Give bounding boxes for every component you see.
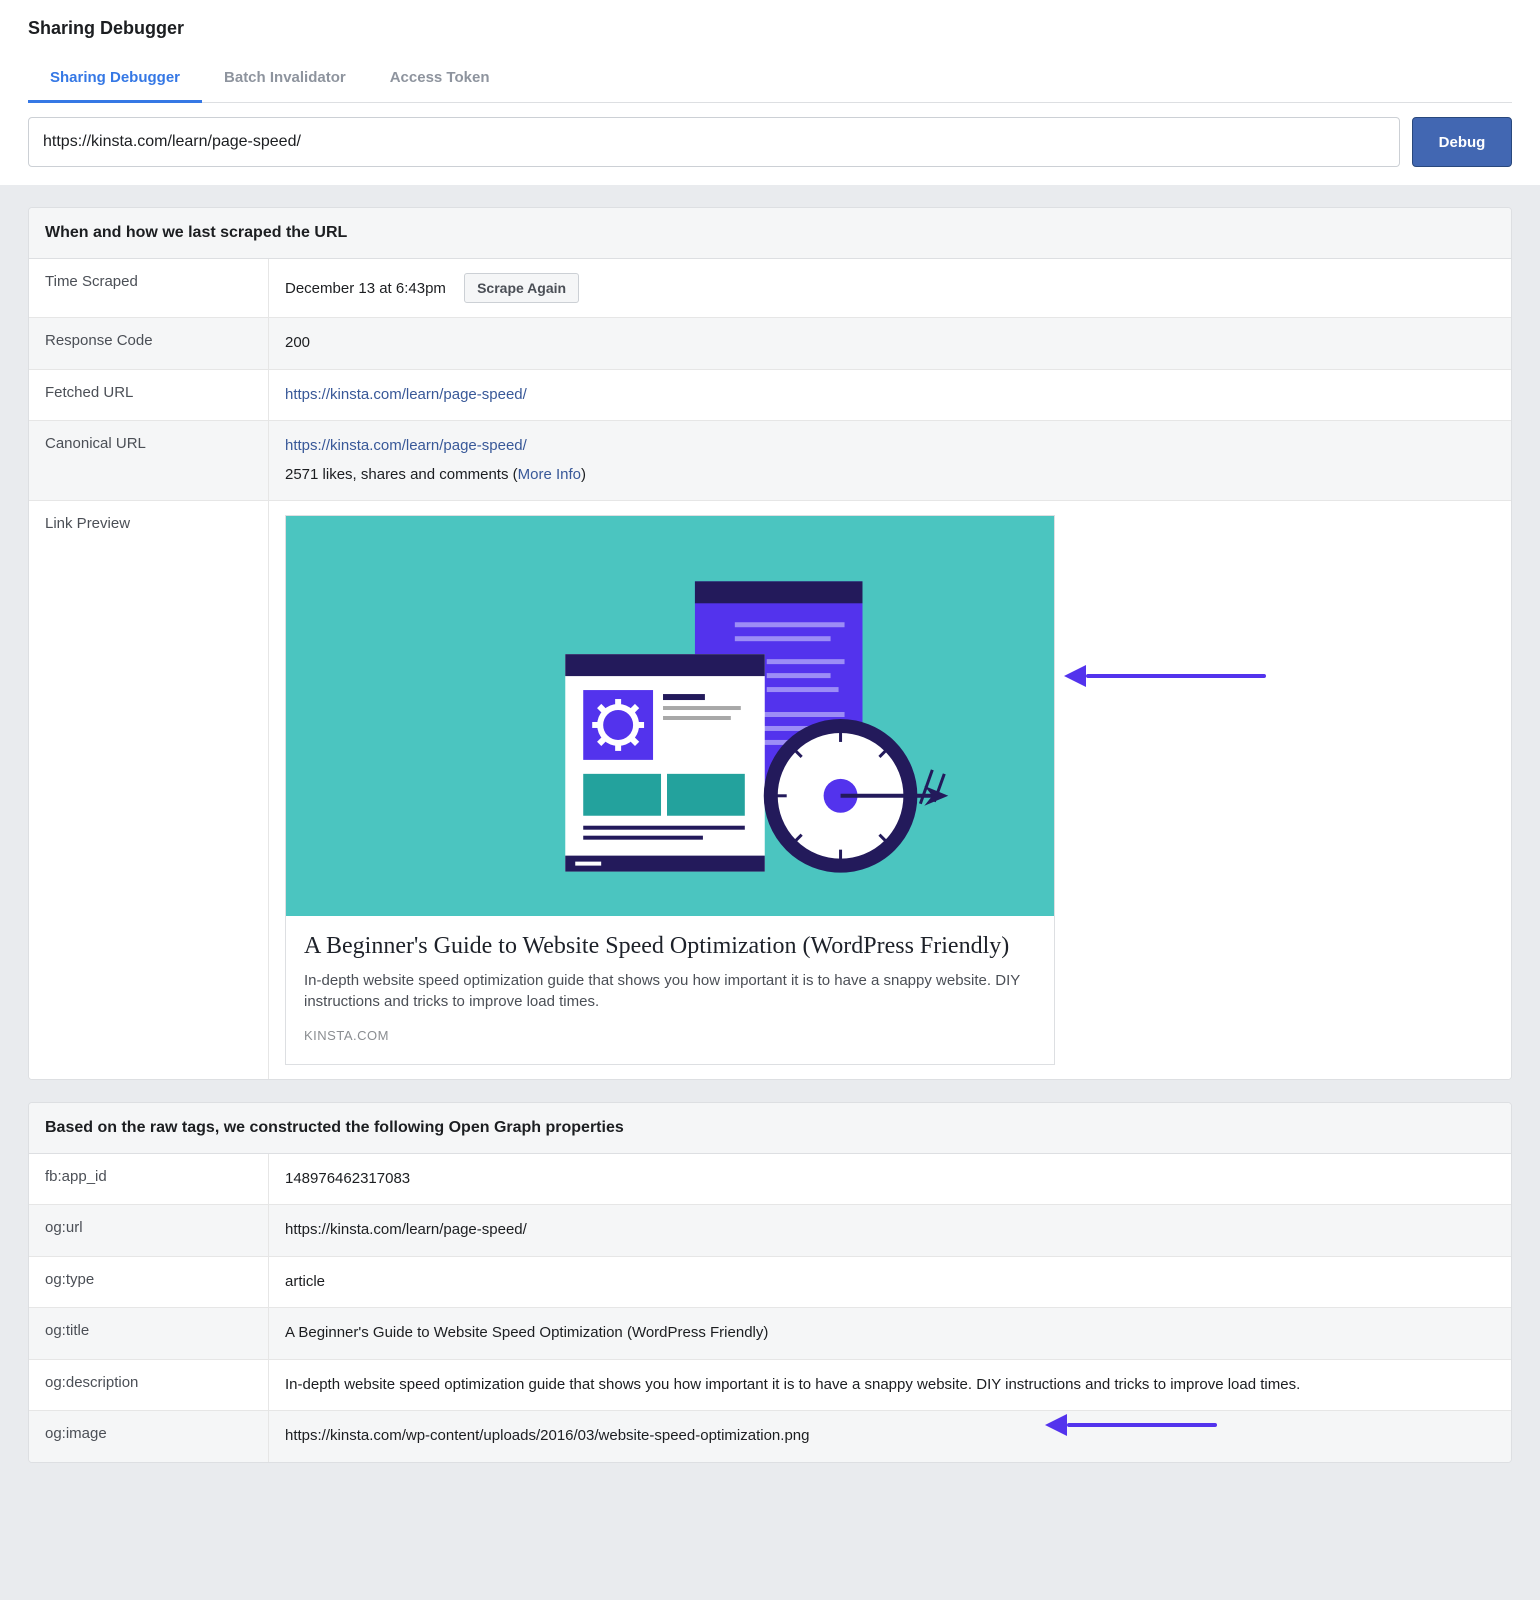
val-og-description: In-depth website speed optimization guid…: [269, 1360, 1511, 1411]
row-og-title: og:title A Beginner's Guide to Website S…: [29, 1308, 1511, 1360]
key-og-image: og:image: [29, 1411, 269, 1462]
row-og-url: og:url https://kinsta.com/learn/page-spe…: [29, 1205, 1511, 1257]
preview-domain: KINSTA.COM: [304, 1026, 1036, 1046]
tab-bar: Sharing Debugger Batch Invalidator Acces…: [28, 57, 1512, 103]
value-time-scraped: December 13 at 6:43pm Scrape Again: [269, 259, 1511, 317]
val-og-title: A Beginner's Guide to Website Speed Opti…: [269, 1308, 1511, 1359]
value-canonical-url: https://kinsta.com/learn/page-speed/ 257…: [269, 421, 1511, 500]
label-fetched-url: Fetched URL: [29, 370, 269, 421]
preview-description: In-depth website speed optimization guid…: [304, 970, 1036, 1012]
tab-access-token[interactable]: Access Token: [368, 57, 512, 102]
key-og-url: og:url: [29, 1205, 269, 1256]
val-og-type: article: [269, 1257, 1511, 1308]
time-scraped-text: December 13 at 6:43pm: [285, 278, 446, 301]
row-response-code: Response Code 200: [29, 318, 1511, 370]
row-canonical-url: Canonical URL https://kinsta.com/learn/p…: [29, 421, 1511, 501]
more-info-link[interactable]: More Info: [518, 466, 581, 483]
annotation-arrow-icon: [1064, 665, 1266, 687]
key-fb-app-id: fb:app_id: [29, 1154, 269, 1205]
preview-illustration-icon: [286, 516, 1054, 916]
scrape-panel-header: When and how we last scraped the URL: [29, 208, 1511, 259]
row-time-scraped: Time Scraped December 13 at 6:43pm Scrap…: [29, 259, 1511, 318]
close-paren: ): [581, 466, 586, 483]
row-link-preview: Link Preview: [29, 501, 1511, 1079]
tab-batch-invalidator[interactable]: Batch Invalidator: [202, 57, 368, 102]
label-canonical-url: Canonical URL: [29, 421, 269, 500]
og-panel: Based on the raw tags, we constructed th…: [28, 1102, 1512, 1463]
link-preview-card[interactable]: A Beginner's Guide to Website Speed Opti…: [285, 515, 1055, 1065]
page-header-area: Sharing Debugger Sharing Debugger Batch …: [0, 0, 1540, 185]
row-og-type: og:type article: [29, 1257, 1511, 1309]
label-time-scraped: Time Scraped: [29, 259, 269, 317]
url-input[interactable]: [28, 117, 1400, 167]
val-og-url: https://kinsta.com/learn/page-speed/: [269, 1205, 1511, 1256]
val-og-image: https://kinsta.com/wp-content/uploads/20…: [269, 1411, 1511, 1462]
canonical-likes-text: 2571 likes, shares and comments (: [285, 466, 518, 483]
value-fetched-url: https://kinsta.com/learn/page-speed/: [269, 370, 1511, 421]
canonical-url-link[interactable]: https://kinsta.com/learn/page-speed/: [285, 437, 527, 454]
link-preview-image: [286, 516, 1054, 916]
label-response-code: Response Code: [29, 318, 269, 369]
value-link-preview: A Beginner's Guide to Website Speed Opti…: [269, 501, 1511, 1079]
content-area: When and how we last scraped the URL Tim…: [0, 185, 1540, 1507]
og-image-text: https://kinsta.com/wp-content/uploads/20…: [285, 1427, 809, 1444]
row-og-image: og:image https://kinsta.com/wp-content/u…: [29, 1411, 1511, 1462]
og-panel-header: Based on the raw tags, we constructed th…: [29, 1103, 1511, 1154]
row-og-description: og:description In-depth website speed op…: [29, 1360, 1511, 1412]
page-title: Sharing Debugger: [28, 18, 1512, 39]
annotation-arrow-icon: [1045, 1414, 1217, 1436]
preview-text-block: A Beginner's Guide to Website Speed Opti…: [286, 916, 1054, 1064]
fetched-url-link[interactable]: https://kinsta.com/learn/page-speed/: [285, 386, 527, 403]
key-og-type: og:type: [29, 1257, 269, 1308]
preview-title: A Beginner's Guide to Website Speed Opti…: [304, 930, 1036, 962]
tab-sharing-debugger[interactable]: Sharing Debugger: [28, 57, 202, 102]
url-row: Debug: [28, 103, 1512, 185]
value-response-code: 200: [269, 318, 1511, 369]
scrape-again-button[interactable]: Scrape Again: [464, 273, 579, 303]
key-og-title: og:title: [29, 1308, 269, 1359]
row-fetched-url: Fetched URL https://kinsta.com/learn/pag…: [29, 370, 1511, 422]
label-link-preview: Link Preview: [29, 501, 269, 1079]
val-fb-app-id: 148976462317083: [269, 1154, 1511, 1205]
debug-button[interactable]: Debug: [1412, 117, 1512, 167]
key-og-description: og:description: [29, 1360, 269, 1411]
row-fb-app-id: fb:app_id 148976462317083: [29, 1154, 1511, 1206]
scrape-panel: When and how we last scraped the URL Tim…: [28, 207, 1512, 1080]
